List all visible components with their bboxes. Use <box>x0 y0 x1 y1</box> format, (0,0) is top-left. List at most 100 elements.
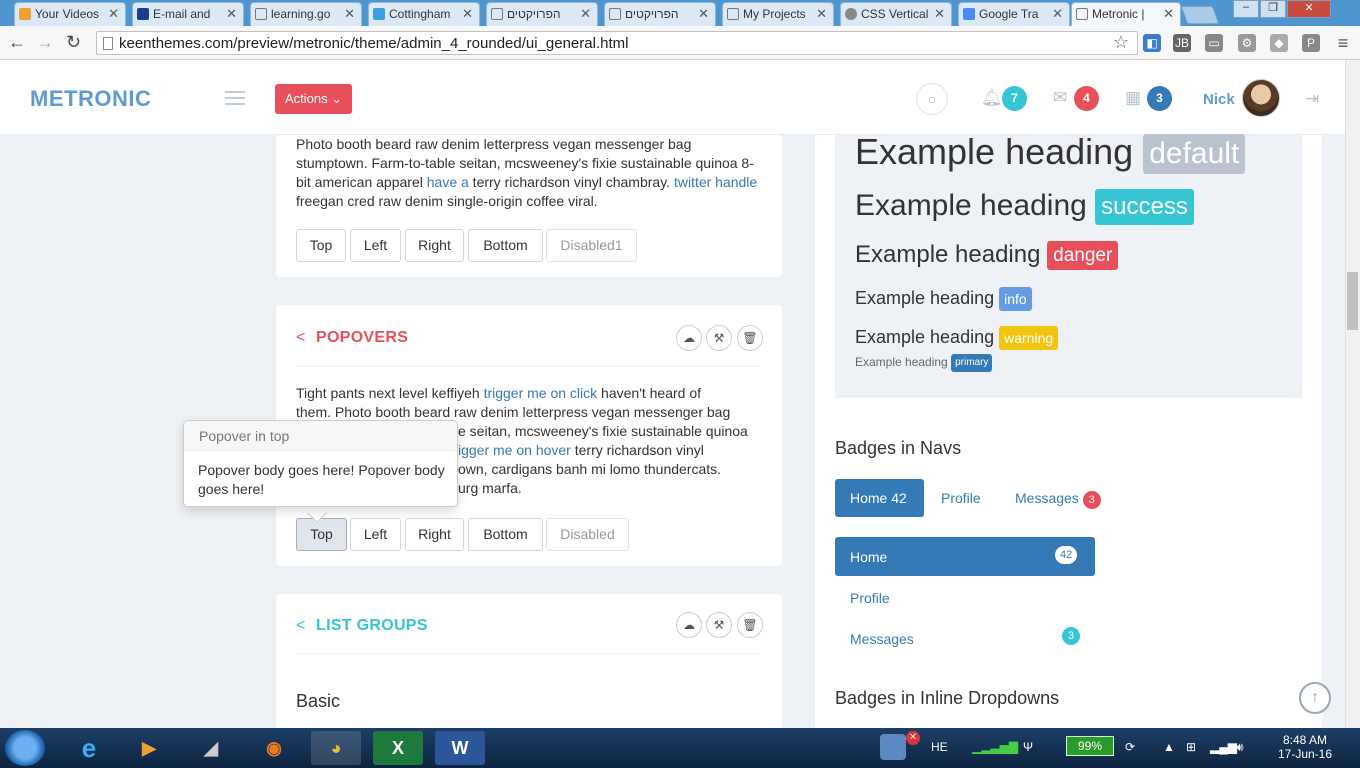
tooltip-left-button[interactable]: Left <box>350 229 401 262</box>
network-bars-icon[interactable]: ▂▄▆ <box>1210 740 1237 754</box>
heading-h6: Example heading primary <box>855 354 993 372</box>
notifications-badge[interactable]: 7 <box>1002 86 1027 111</box>
popover-left-button[interactable]: Left <box>350 518 401 551</box>
chrome-icon[interactable]: ◕ <box>311 731 361 765</box>
cast-icon[interactable]: ▭ <box>1205 34 1223 52</box>
stacked-messages-badge: 3 <box>1062 627 1080 645</box>
calendar-icon[interactable]: ▦ <box>1125 88 1141 108</box>
scroll-to-top-button[interactable]: ↑ <box>1299 682 1331 714</box>
tooltip-right-button[interactable]: Right <box>405 229 464 262</box>
windows-flag-icon[interactable]: ⊞ <box>1186 740 1196 754</box>
wrench-icon[interactable]: ⚒ <box>706 325 732 351</box>
popover-bottom-button[interactable]: Bottom <box>468 518 543 551</box>
menu-icon[interactable]: ≡ <box>1334 34 1352 52</box>
close-tab-icon[interactable]: ✕ <box>462 6 473 22</box>
wrench-icon[interactable]: ⚒ <box>706 612 732 638</box>
reload-icon[interactable]: ↻ <box>66 32 81 53</box>
inbox-badge[interactable]: 4 <box>1074 86 1099 111</box>
badges-inline-dropdowns-title: Badges in Inline Dropdowns <box>835 688 1060 708</box>
clock[interactable]: 8:48 AM 17-Jun-16 <box>1275 733 1335 761</box>
tooltip-bottom-button[interactable]: Bottom <box>468 229 543 262</box>
jetbrains-extension-icon[interactable]: JB <box>1173 34 1191 52</box>
browser-tab-active[interactable]: Metronic | ✕ <box>1071 2 1181 26</box>
close-window-button[interactable]: ✕ <box>1287 0 1331 18</box>
extension-icon[interactable]: ◧ <box>1143 34 1161 52</box>
popover: Popover in top Popover body goes here! P… <box>183 420 458 507</box>
new-tab-button[interactable] <box>1180 6 1220 24</box>
user-name[interactable]: Nick <box>1203 91 1235 108</box>
maximize-button[interactable]: ❐ <box>1260 0 1286 18</box>
avatar[interactable] <box>1242 79 1280 117</box>
internet-explorer-icon[interactable]: e <box>64 731 114 765</box>
browser-tab[interactable]: Cottingham ✕ <box>368 2 480 26</box>
volume-icon[interactable]: 🔊︎ <box>1236 740 1244 755</box>
language-indicator[interactable]: HE <box>931 740 948 754</box>
close-tab-icon[interactable]: ✕ <box>1163 6 1174 22</box>
antenna-icon[interactable]: Ψ <box>1023 740 1033 754</box>
tooltip-top-button[interactable]: Top <box>296 229 346 262</box>
url-input[interactable]: keenthemes.com/preview/metronic/theme/ad… <box>96 31 1138 55</box>
close-tab-icon[interactable]: ✕ <box>1052 6 1063 22</box>
badges-in-navs-title: Badges in Navs <box>835 438 962 458</box>
folder-icon[interactable]: ◢ <box>186 731 236 765</box>
stacked-nav-profile[interactable]: Profile <box>850 590 890 606</box>
nav-tab-messages[interactable]: Messages 3 <box>1015 490 1101 509</box>
minimize-button[interactable]: – <box>1233 0 1259 18</box>
actions-button[interactable]: Actions ⌄ <box>275 84 352 114</box>
close-tab-icon[interactable]: ✕ <box>226 6 237 22</box>
tooltip-link[interactable]: have a <box>427 174 469 190</box>
browser-tab[interactable]: Your Videos ✕ <box>14 2 126 26</box>
bookmark-star-icon[interactable]: ☆ <box>1113 32 1129 53</box>
stacked-nav-messages[interactable]: Messages <box>850 631 914 647</box>
browser-tab[interactable]: הפרויקטים ✕ <box>604 2 716 26</box>
browser-tab[interactable]: CSS Vertical ✕ <box>840 2 952 26</box>
signal-icon[interactable]: ▁▂▃▅▇ <box>972 740 1018 754</box>
popover-hover-link[interactable]: igger me on hover <box>458 442 571 458</box>
tooltip-link[interactable]: twitter handle <box>674 174 757 190</box>
trash-icon[interactable]: 🗑︎ <box>737 325 763 351</box>
sidebar-toggle-icon[interactable] <box>225 91 245 105</box>
firefox-icon[interactable]: ◉ <box>249 731 299 765</box>
browser-tab[interactable]: learning.go ✕ <box>250 2 362 26</box>
popover-right-button[interactable]: Right <box>405 518 464 551</box>
browser-tab[interactable]: My Projects ✕ <box>722 2 834 26</box>
start-button[interactable] <box>5 730 45 766</box>
stacked-nav-home-label: Home <box>850 549 888 565</box>
trash-icon[interactable]: 🗑︎ <box>737 612 763 638</box>
gear-extension-icon[interactable]: ⚙ <box>1238 34 1256 52</box>
popover-top-button[interactable]: Top <box>296 518 347 551</box>
close-tab-icon[interactable]: ✕ <box>108 6 119 22</box>
battery-indicator[interactable]: 99% <box>1066 736 1114 756</box>
close-tab-icon[interactable]: ✕ <box>580 6 591 22</box>
page-scrollbar[interactable] <box>1345 60 1360 728</box>
network-app-icon[interactable] <box>880 734 906 760</box>
browser-tab[interactable]: הפרויקטים ✕ <box>486 2 598 26</box>
sync-icon[interactable]: ⟳ <box>1125 740 1135 754</box>
excel-icon[interactable]: X <box>373 731 423 765</box>
envelope-icon[interactable]: ✉ <box>1053 88 1067 108</box>
bell-icon[interactable]: 🔔︎ <box>981 88 1003 108</box>
close-tab-icon[interactable]: ✕ <box>934 6 945 22</box>
back-icon[interactable]: ← <box>8 32 26 53</box>
close-tab-icon[interactable]: ✕ <box>816 6 827 22</box>
close-tab-icon[interactable]: ✕ <box>698 6 709 22</box>
cloud-upload-icon[interactable]: ☁ <box>676 325 702 351</box>
browser-tab[interactable]: E-mail and ✕ <box>132 2 244 26</box>
logout-icon[interactable]: ⇥ <box>1305 89 1319 109</box>
browser-tab[interactable]: Google Tra ✕ <box>958 2 1070 26</box>
close-tab-icon[interactable]: ✕ <box>344 6 355 22</box>
media-player-icon[interactable]: ▶ <box>124 731 174 765</box>
scrollbar-thumb[interactable] <box>1347 272 1358 330</box>
calendar-badge[interactable]: 3 <box>1147 86 1172 111</box>
word-icon[interactable]: W <box>435 731 485 765</box>
search-icon[interactable]: ○ <box>916 83 948 115</box>
cube-extension-icon[interactable]: ◆ <box>1270 34 1288 52</box>
p-extension-icon[interactable]: P <box>1302 34 1320 52</box>
cloud-upload-icon[interactable]: ☁ <box>676 612 702 638</box>
tray-expand-icon[interactable]: ▲ <box>1163 740 1175 754</box>
label-success: success <box>1095 189 1194 226</box>
nav-tab-profile[interactable]: Profile <box>941 490 981 506</box>
popover-click-link[interactable]: trigger me on click <box>484 385 598 401</box>
logo[interactable]: METRONIC <box>30 86 151 112</box>
forward-icon[interactable]: → <box>36 32 54 53</box>
